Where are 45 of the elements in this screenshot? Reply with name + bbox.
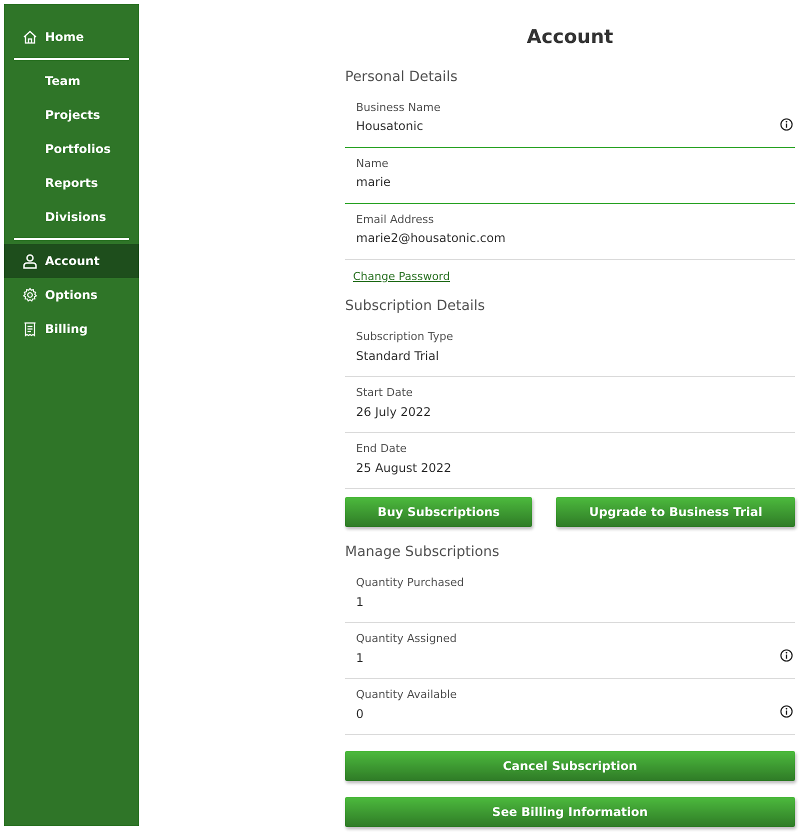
field-value: 26 July 2022 xyxy=(356,404,432,419)
section-heading: Personal Details xyxy=(345,68,458,86)
field-value: marie2@housatonic.com xyxy=(356,231,506,246)
field-value: 1 xyxy=(356,650,364,665)
sidebar-item[interactable]: Account xyxy=(4,244,139,278)
info-icon[interactable] xyxy=(780,705,793,718)
sidebar-item[interactable]: Team xyxy=(4,64,139,98)
input-field[interactable]: Business Name Housatonic xyxy=(345,92,795,148)
field-value: 1 xyxy=(356,594,364,609)
field-label: Subscription Type xyxy=(356,330,454,344)
home-icon xyxy=(22,29,38,45)
field-label: Quantity Available xyxy=(356,688,457,702)
info-icon[interactable] xyxy=(780,118,793,131)
receipt-icon xyxy=(22,321,38,337)
sidebar-item[interactable]: Options xyxy=(4,278,139,312)
field-value: Housatonic xyxy=(356,119,424,134)
field-label: Business Name xyxy=(356,101,440,114)
sidebar-item[interactable]: Divisions xyxy=(4,200,139,234)
gear-icon xyxy=(22,287,38,303)
action-button[interactable]: Upgrade to Business Trial xyxy=(556,497,796,528)
action-button[interactable]: Cancel Subscription xyxy=(345,751,795,782)
sidebar-item[interactable]: Portfolios xyxy=(4,132,139,166)
field-label: Quantity Assigned xyxy=(356,632,457,646)
field-value: 25 August 2022 xyxy=(356,460,452,475)
action-button[interactable]: Buy Subscriptions xyxy=(345,497,532,528)
sidebar-item[interactable]: Projects xyxy=(4,98,139,132)
field-label: Email Address xyxy=(356,213,434,226)
field-value: 0 xyxy=(356,706,364,721)
sidebar-item[interactable]: Home xyxy=(4,20,139,54)
field-label: Quantity Purchased xyxy=(356,576,464,590)
page-title: Account xyxy=(526,25,614,50)
sidebar-item[interactable]: Billing xyxy=(4,312,139,346)
field-value: Standard Trial xyxy=(356,348,439,363)
section-heading: Subscription Details xyxy=(345,297,486,316)
field-label: End Date xyxy=(356,442,407,456)
action-button[interactable]: See Billing Information xyxy=(345,797,795,828)
sidebar-item[interactable]: Reports xyxy=(4,166,139,200)
info-icon[interactable] xyxy=(780,649,793,662)
section-heading: Manage Subscriptions xyxy=(345,543,500,562)
field-label: Start Date xyxy=(356,386,413,400)
field-value: marie xyxy=(356,175,391,190)
change-password-link[interactable]: Change Password xyxy=(353,270,450,284)
input-field[interactable]: Name marie xyxy=(345,148,795,204)
person-icon xyxy=(22,253,38,269)
field-label: Name xyxy=(356,157,388,170)
